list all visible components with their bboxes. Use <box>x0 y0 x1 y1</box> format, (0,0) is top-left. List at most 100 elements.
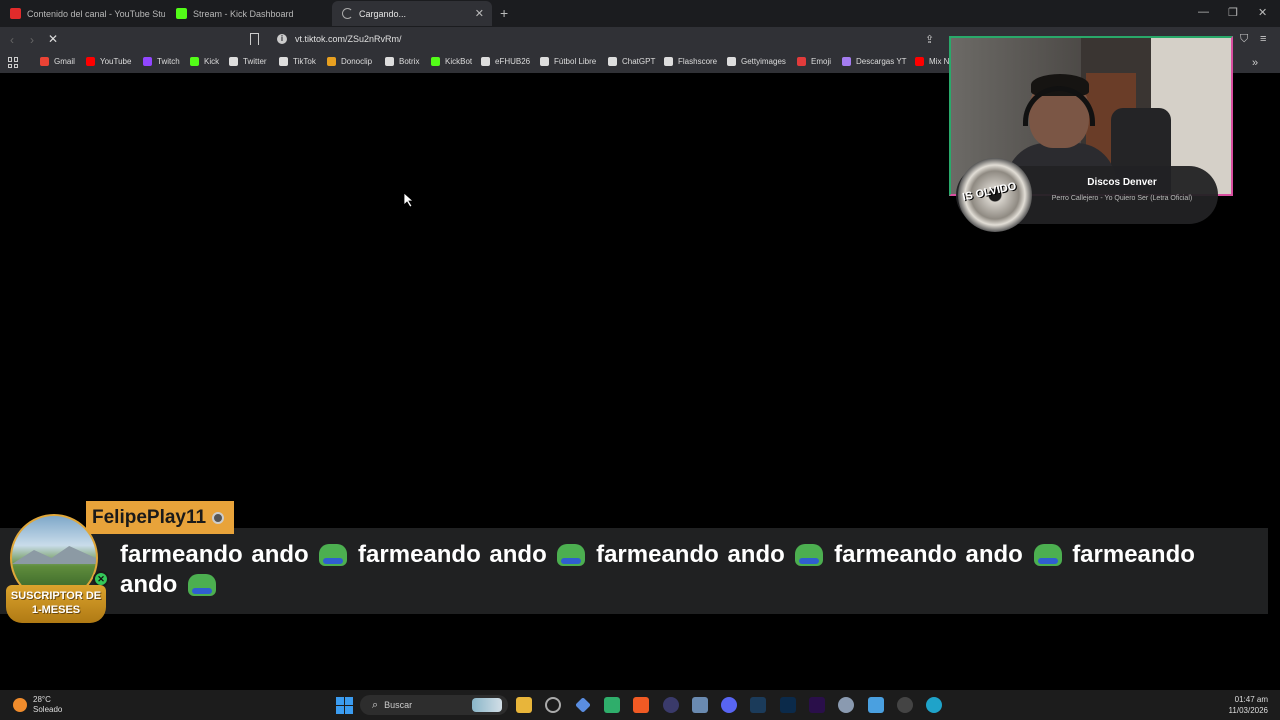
pepe-emote-icon <box>188 574 216 596</box>
clock[interactable]: 01:47 am 11/03/2026 <box>1229 694 1268 716</box>
bookmark-item[interactable]: YouTube <box>86 57 131 66</box>
chat-username-text: FelipePlay11 <box>92 506 207 528</box>
share-icon[interactable]: ⇪ <box>925 33 934 46</box>
chat-message-text: farmeando ando <box>358 541 547 568</box>
pepe-emote-icon <box>319 544 348 566</box>
bookmark-favicon-icon <box>229 57 238 66</box>
forward-button[interactable]: › <box>30 33 34 47</box>
bookmark-favicon-icon <box>915 57 924 66</box>
pepe-emote-icon <box>1033 544 1062 566</box>
clock-time: 01:47 am <box>1234 695 1268 704</box>
chat-username: FelipePlay11 <box>86 501 235 534</box>
premiere-icon[interactable] <box>809 697 825 713</box>
edge-icon[interactable] <box>926 697 942 713</box>
calculator-icon[interactable] <box>692 697 708 713</box>
url-text: vt.tiktok.com/ZSu2nRvRm/ <box>295 34 402 44</box>
shield-icon[interactable]: ⛉ <box>1240 33 1248 46</box>
tab-label: Contenido del canal - YouTube Studio <box>27 8 165 19</box>
clock-date: 11/03/2026 <box>1228 706 1268 715</box>
bookmark-item[interactable]: Gettyimages <box>727 57 786 66</box>
bookmark-label: Emoji <box>811 57 832 66</box>
bookmark-item[interactable]: Fútbol Libre <box>540 57 596 66</box>
bookmark-favicon-icon <box>727 57 736 66</box>
app-icon[interactable] <box>663 697 679 713</box>
bookmark-label: KickBot <box>445 57 473 66</box>
now-playing-song: Perro Callejero - Yo Quiero Ser (Letra O… <box>1051 195 1193 202</box>
bookmark-item[interactable]: Twitch <box>143 57 180 66</box>
tab-loading[interactable]: Cargando... ✕ <box>332 1 492 26</box>
now-playing-artist: Discos Denver <box>1087 177 1157 188</box>
search-placeholder: Buscar <box>384 700 413 710</box>
more-bookmarks-icon[interactable]: » <box>1252 57 1258 69</box>
bookmark-item[interactable]: Descargas YT <box>842 57 907 66</box>
loading-spinner-icon <box>342 8 353 19</box>
bookmark-item[interactable]: Flashscore <box>664 57 717 66</box>
new-tab-button[interactable]: + <box>500 5 508 21</box>
site-info-icon[interactable]: i <box>277 34 287 44</box>
chat-message-text: farmeando ando <box>596 541 785 568</box>
bookmark-label: Kick <box>204 57 220 66</box>
bookmark-item[interactable]: Botrix <box>385 57 419 66</box>
bookmark-label: Gmail <box>54 57 75 66</box>
back-button[interactable]: ‹ <box>10 33 14 47</box>
app-icon[interactable] <box>575 697 591 713</box>
bookmark-favicon-icon <box>540 57 549 66</box>
bookmark-item[interactable]: Twitter <box>229 57 267 66</box>
bookmark-favicon-icon <box>664 57 673 66</box>
moderator-badge-icon <box>212 511 225 524</box>
subscriber-badge: SUSCRIPTOR DE 1-MESES <box>6 585 106 623</box>
bookmark-item[interactable]: Kick <box>190 57 219 66</box>
kick-icon <box>176 8 187 19</box>
notepad-icon[interactable] <box>868 697 884 713</box>
disc-label: IS OLVIDO <box>961 180 1018 204</box>
tab-kick-dashboard[interactable]: Stream - Kick Dashboard <box>166 1 331 26</box>
sun-icon <box>13 698 27 712</box>
taskbar-search[interactable]: ⌕ Buscar <box>360 695 508 715</box>
bookmark-favicon-icon <box>190 57 199 66</box>
address-bar[interactable]: i vt.tiktok.com/ZSu2nRvRm/ <box>244 30 944 50</box>
bookmark-item[interactable]: KickBot <box>431 57 472 66</box>
cursor-arrow-icon <box>404 193 414 207</box>
search-icon: ⌕ <box>372 698 379 711</box>
bookmark-favicon-icon <box>327 57 336 66</box>
bookmark-item[interactable]: TikTok <box>279 57 316 66</box>
pepe-emote-icon <box>557 544 586 566</box>
bookmark-favicon-icon <box>842 57 851 66</box>
bookmark-icon[interactable] <box>250 33 259 45</box>
chat-message-text: farmeando ando <box>120 541 309 568</box>
bookmark-item[interactable]: Emoji <box>797 57 831 66</box>
brave-browser-icon[interactable] <box>633 697 649 713</box>
taskbar: 28°C Soleado ⌕ Buscar 01:47 am 11/03/202… <box>0 690 1280 720</box>
bookmark-item[interactable]: eFHUB26 <box>481 57 530 66</box>
youtube-icon <box>10 8 21 19</box>
bookmark-item[interactable]: ChatGPT <box>608 57 655 66</box>
steam-icon[interactable] <box>750 697 766 713</box>
bookmark-label: eFHUB26 <box>495 57 531 66</box>
bookmark-item[interactable]: Gmail <box>40 57 75 66</box>
minimize-button[interactable]: — <box>1198 6 1209 18</box>
app-icon[interactable] <box>604 697 620 713</box>
apps-grid-icon[interactable] <box>8 57 19 68</box>
settings-icon[interactable] <box>838 697 854 713</box>
bookmark-label: ChatGPT <box>622 57 656 66</box>
bookmark-favicon-icon <box>385 57 394 66</box>
bookmark-item[interactable]: Donoclip <box>327 57 372 66</box>
vinyl-disc-icon: IS OLVIDO <box>958 158 1032 232</box>
pepe-emote-icon <box>795 544 824 566</box>
bookmark-label: Twitter <box>243 57 267 66</box>
close-window-button[interactable]: ✕ <box>1258 6 1267 19</box>
stop-loading-button[interactable]: ✕ <box>48 32 58 46</box>
photoshop-icon[interactable] <box>780 697 796 713</box>
app-icon[interactable] <box>545 697 561 713</box>
restore-button[interactable]: ❐ <box>1228 6 1238 19</box>
close-tab-icon[interactable]: ✕ <box>475 7 484 20</box>
weather-widget[interactable]: 28°C Soleado <box>13 695 62 715</box>
bookmark-item[interactable]: Mix N <box>915 57 949 66</box>
tab-youtube-studio[interactable]: Contenido del canal - YouTube Studio <box>0 1 165 26</box>
media-player-icon[interactable] <box>897 697 913 713</box>
menu-icon[interactable]: ≡ <box>1260 33 1266 45</box>
windows-start-icon[interactable] <box>336 697 353 714</box>
file-explorer-icon[interactable] <box>516 697 532 713</box>
bookmark-label: Fútbol Libre <box>554 57 597 66</box>
discord-icon[interactable] <box>721 697 737 713</box>
